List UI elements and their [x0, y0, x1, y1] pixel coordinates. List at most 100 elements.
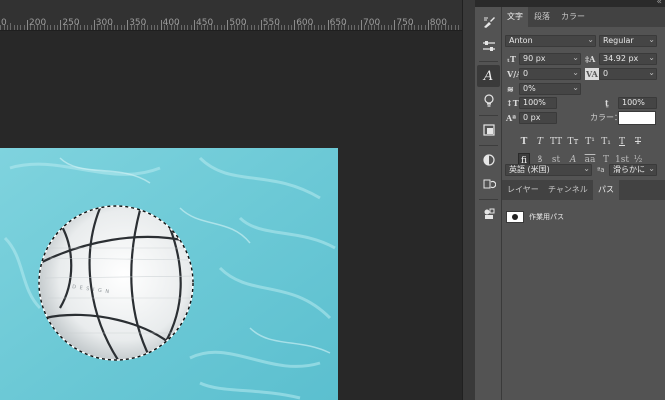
lightbulb-icon[interactable]	[477, 89, 500, 111]
font-size-icon: ₜT	[507, 54, 516, 64]
horizontal-scale-field[interactable]: 100%	[618, 97, 657, 109]
subscript-button[interactable]: T₁	[600, 135, 612, 149]
canvas-vertical-scrollbar[interactable]	[462, 0, 475, 400]
ruler-label: 550	[262, 18, 280, 28]
ruler-tick	[194, 20, 195, 30]
tab-channels[interactable]: チャンネル	[543, 180, 593, 200]
tool-divider	[479, 145, 498, 146]
ruler-label: 350	[129, 18, 147, 28]
font-size-value: 90 px	[523, 54, 546, 63]
ruler-label: 300	[95, 18, 113, 28]
language-value: 英語 (米国)	[509, 165, 550, 174]
ruler-tick	[160, 20, 162, 30]
language-select[interactable]: 英語 (米国) ⌄	[505, 164, 592, 176]
font-style-select[interactable]: Regular ⌄	[599, 35, 657, 47]
horizontal-scale-icon: ṯ	[605, 98, 609, 108]
antialias-icon: ªa	[597, 166, 605, 174]
ruler-label: 700	[363, 18, 381, 28]
brush-settings-icon[interactable]	[477, 11, 500, 33]
panel-icon-column: A	[475, 7, 502, 400]
font-style-value: Regular	[603, 36, 634, 45]
antialias-value: 滑らかに	[613, 165, 645, 174]
double-chevron-left-icon[interactable]: «	[656, 0, 662, 7]
chevron-down-icon: ⌄	[648, 35, 655, 44]
panel-collapse-bar[interactable]: «	[475, 0, 665, 7]
faux-italic-button[interactable]: T	[534, 135, 546, 149]
font-family-value: Anton	[509, 36, 533, 45]
tsume-value: 0%	[523, 84, 536, 93]
adjust-sliders-icon[interactable]	[477, 35, 500, 57]
path-thumbnail	[506, 211, 524, 223]
vertical-scale-value: 100%	[523, 98, 546, 107]
small-caps-button[interactable]: Tт	[567, 135, 579, 149]
ruler-tick	[294, 20, 296, 30]
ruler-tick	[127, 20, 129, 30]
tool-divider	[479, 61, 498, 62]
text-color-swatch[interactable]	[618, 111, 656, 125]
tab-layers[interactable]: レイヤー	[502, 180, 544, 200]
tracking-field[interactable]: 0 ⌄	[599, 68, 657, 80]
ruler-label: 500	[229, 18, 247, 28]
device-preview-icon[interactable]	[477, 119, 500, 141]
tab-character[interactable]: 文字	[502, 7, 528, 27]
ruler-tick	[260, 20, 262, 30]
ruler-label: 450	[196, 18, 214, 28]
adjustments-icon[interactable]	[477, 149, 500, 171]
baseline-shift-field[interactable]: 0 px	[519, 112, 557, 124]
strikethrough-button[interactable]: T	[632, 135, 644, 149]
ruler-tick	[10, 23, 12, 30]
ruler-tick	[27, 20, 28, 30]
volleyball-photo[interactable]: D E S I G N	[0, 148, 338, 400]
chevron-down-icon: ⌄	[587, 35, 594, 44]
tab-paths[interactable]: パス	[593, 180, 619, 200]
tab-color[interactable]: カラー	[556, 7, 590, 27]
ruler-label: 750	[396, 18, 414, 28]
ruler-tick	[427, 20, 429, 30]
baseline-shift-value: 0 px	[523, 113, 541, 122]
faux-bold-button[interactable]: T	[518, 135, 530, 149]
superscript-button[interactable]: T¹	[584, 135, 596, 149]
chevron-down-icon: ⌄	[648, 68, 655, 77]
chevron-down-icon: ⌄	[648, 164, 655, 173]
baseline-shift-icon: Aª	[506, 113, 517, 123]
leading-field[interactable]: 34.92 px ⌄	[599, 53, 657, 65]
properties-panel: 文字 段落 カラー Anton ⌄ Regular ⌄ ₜT 90 px ⌄ ‡…	[502, 7, 665, 400]
all-caps-button[interactable]: TT	[550, 135, 562, 149]
font-family-select[interactable]: Anton ⌄	[505, 35, 596, 47]
tool-divider	[479, 115, 498, 116]
ruler-tick	[227, 20, 229, 30]
ruler-label: 400	[162, 18, 180, 28]
chevron-down-icon: ⌄	[583, 164, 590, 173]
vertical-scale-icon: ↕T	[506, 98, 519, 108]
ruler-label: 650	[329, 18, 347, 28]
ruler-label: 600	[296, 18, 314, 28]
path-name: 作業用パス	[529, 213, 564, 221]
chevron-down-icon: ⌄	[572, 68, 579, 77]
tracking-icon: VA	[585, 68, 599, 80]
leading-value: 34.92 px	[603, 54, 639, 63]
layers-panel-tabs: レイヤー チャンネル パス	[502, 180, 665, 200]
vertical-scale-field[interactable]: 100%	[519, 97, 557, 109]
ruler-label: 250	[62, 18, 80, 28]
list-item[interactable]: 作業用パス	[502, 206, 665, 230]
libraries-icon[interactable]	[477, 203, 500, 225]
chevron-down-icon: ⌄	[572, 53, 579, 62]
character-panel-icon[interactable]: A	[477, 65, 500, 87]
kerning-field[interactable]: 0 ⌄	[519, 68, 581, 80]
tsume-icon: ≋	[507, 84, 514, 94]
kerning-value: 0	[523, 69, 529, 78]
font-size-field[interactable]: 90 px ⌄	[519, 53, 581, 65]
character-panel-tabs: 文字 段落 カラー	[502, 7, 665, 27]
ruler-tick	[93, 20, 95, 30]
antialias-select[interactable]: 滑らかに ⌄	[609, 164, 657, 176]
history-icon[interactable]	[477, 173, 500, 195]
tsume-field[interactable]: 0% ⌄	[519, 83, 581, 95]
chevron-down-icon: ⌄	[572, 83, 579, 92]
horizontal-ruler[interactable]: 0 200 250 300 350 400 450 500 550 600 650 700 750 80…	[0, 0, 462, 30]
underline-button[interactable]: T	[616, 135, 628, 149]
tab-paragraph[interactable]: 段落	[529, 7, 555, 27]
ruler-tick	[394, 20, 396, 30]
ruler-label: 800	[429, 18, 447, 28]
horizontal-scale-value: 100%	[622, 98, 645, 107]
ruler-tick	[361, 20, 362, 30]
